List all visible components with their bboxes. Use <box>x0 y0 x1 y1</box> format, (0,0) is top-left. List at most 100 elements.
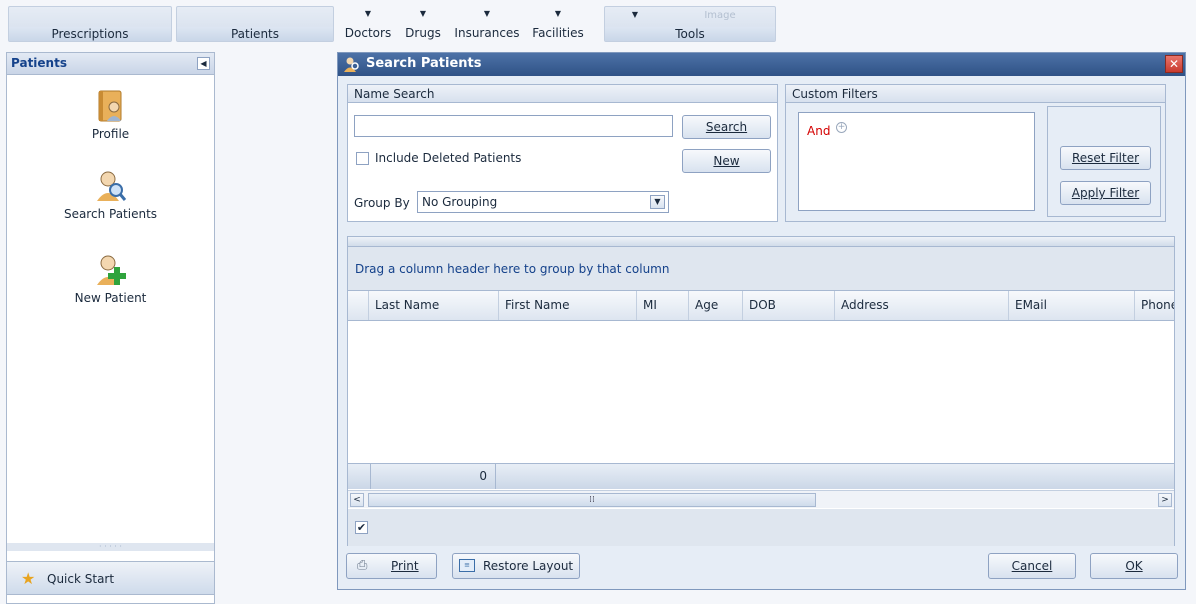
row-count-summary: 0 <box>370 464 496 489</box>
filter-actions: Reset Filter Apply Filter <box>1047 106 1161 217</box>
ribbon-group-tools: ▼ Image Tools <box>604 6 776 42</box>
search-patients-dialog: Search Patients ✕ Name Search Search Inc… <box>337 52 1186 590</box>
ribbon-item-insurances[interactable]: ▼ Insurances <box>448 6 526 42</box>
reset-filter-label: Reset Filter <box>1071 151 1140 165</box>
horizontal-scrollbar[interactable]: < ⁞⁞ > <box>348 490 1174 508</box>
ribbon-item-image: Image <box>665 7 775 27</box>
sidebar-title: Patients <box>11 56 67 70</box>
grid-rows-area[interactable] <box>348 322 1174 462</box>
new-patient-icon <box>96 255 126 285</box>
search-button[interactable]: Search <box>682 115 771 139</box>
scroll-left-icon[interactable]: < <box>350 493 364 507</box>
column-header-dob[interactable]: DOB <box>742 291 834 320</box>
ribbon-group-label: Prescriptions <box>9 27 171 41</box>
ribbon-bar: Prescriptions Patients ▼ Doctors ▼ Drugs… <box>0 0 1196 46</box>
collapse-sidebar-button[interactable]: ◀ <box>197 57 210 70</box>
add-condition-icon[interactable]: + <box>836 122 847 133</box>
panel-header: Custom Filters <box>786 85 1165 103</box>
ribbon-group-label: Tools <box>605 27 775 41</box>
printer-icon: ⎙ <box>357 558 368 573</box>
scroll-right-icon[interactable]: > <box>1158 493 1172 507</box>
filter-editor[interactable]: And + <box>798 112 1035 211</box>
search-patient-icon <box>344 57 359 72</box>
ribbon-group-prescriptions[interactable]: Prescriptions <box>8 6 172 42</box>
sidebar-item-new-patient[interactable]: New Patient <box>7 253 214 305</box>
row-indicator-header <box>348 291 368 320</box>
sidebar-header: Patients ◀ <box>7 53 214 75</box>
include-deleted-checkbox[interactable] <box>356 152 369 165</box>
filter-panel-row: ✔ <box>348 509 1174 546</box>
new-button[interactable]: New <box>682 149 771 173</box>
dialog-title: Search Patients <box>366 56 482 71</box>
layout-grid-icon: ≡ <box>459 559 475 572</box>
column-header-email[interactable]: EMail <box>1008 291 1134 320</box>
panel-header: Name Search <box>348 85 777 103</box>
apply-filter-label: Apply Filter <box>1071 186 1140 200</box>
column-header-last-name[interactable]: Last Name <box>368 291 498 320</box>
filter-operator[interactable]: And <box>807 124 830 138</box>
close-button[interactable]: ✕ <box>1165 55 1183 73</box>
restore-layout-button[interactable]: ≡ Restore Layout <box>452 553 580 579</box>
scroll-thumb[interactable]: ⁞⁞ <box>368 493 816 507</box>
ribbon-item-drugs[interactable]: ▼ Drugs <box>398 6 448 42</box>
cancel-label: Cancel <box>1011 559 1053 573</box>
reset-filter-button[interactable]: Reset Filter <box>1060 146 1151 170</box>
sidebar-item-search-patients[interactable]: Search Patients <box>7 169 214 221</box>
quick-start-label: Quick Start <box>47 572 115 586</box>
column-header-address[interactable]: Address <box>834 291 1008 320</box>
ribbon-item-label: Insurances <box>454 26 520 40</box>
search-button-label: Search <box>705 120 748 134</box>
group-by-select[interactable]: No Grouping ▼ <box>417 191 669 213</box>
print-button[interactable]: ⎙ Print <box>346 553 437 579</box>
grid-splitter[interactable] <box>348 237 1174 247</box>
sidebar-item-label: Search Patients <box>63 207 158 221</box>
column-header-mi[interactable]: MI <box>636 291 688 320</box>
name-search-panel: Name Search Search Include Deleted Patie… <box>347 84 778 222</box>
chevron-down-icon: ▼ <box>419 9 427 18</box>
custom-filters-panel: Custom Filters And + Reset Filter Apply … <box>785 84 1166 222</box>
ribbon-item-label: Facilities <box>532 26 584 40</box>
sidebar-item-profile[interactable]: Profile <box>7 89 214 141</box>
name-search-input[interactable] <box>354 115 673 137</box>
restore-layout-label: Restore Layout <box>483 559 574 573</box>
group-by-area[interactable]: Drag a column header here to group by th… <box>348 247 1174 290</box>
ok-button[interactable]: OK <box>1090 553 1178 579</box>
ribbon-item-label: Doctors <box>344 26 392 40</box>
ribbon-item-tools-menu[interactable]: ▼ <box>605 7 665 27</box>
profile-book-icon <box>98 90 121 122</box>
ribbon-item-ghost-label: Image <box>704 10 736 21</box>
cancel-button[interactable]: Cancel <box>988 553 1076 579</box>
print-label: Print <box>391 559 419 573</box>
auto-filter-checkbox[interactable]: ✔ <box>355 521 368 534</box>
quick-start-button[interactable]: ★ Quick Start <box>7 561 214 595</box>
sidebar-item-label: Profile <box>91 127 130 141</box>
chevron-down-icon: ▼ <box>364 9 372 18</box>
group-by-hint: Drag a column header here to group by th… <box>355 262 670 276</box>
grid-summary-footer: 0 <box>348 463 1174 489</box>
ribbon-group-lookups: ▼ Doctors ▼ Drugs ▼ Insurances ▼ Facilit… <box>338 6 600 42</box>
navigation-sidebar: Patients ◀ Profile Search Patients New P… <box>6 52 215 604</box>
new-button-label: New <box>713 154 740 168</box>
patients-grid: Drag a column header here to group by th… <box>347 236 1175 546</box>
group-by-value: No Grouping <box>422 195 498 209</box>
sidebar-splitter-grip[interactable]: · · · · · <box>7 543 214 551</box>
search-patient-icon <box>96 171 126 201</box>
column-header-phone[interactable]: Phone <box>1134 291 1174 320</box>
chevron-down-icon[interactable]: ▼ <box>650 195 665 209</box>
include-deleted-label: Include Deleted Patients <box>375 151 522 165</box>
ok-label: OK <box>1125 559 1143 573</box>
group-by-label: Group By <box>354 196 410 210</box>
ribbon-group-patients[interactable]: Patients <box>176 6 334 42</box>
dialog-title-bar[interactable]: Search Patients ✕ <box>338 53 1185 76</box>
ribbon-group-label: Patients <box>177 27 333 41</box>
chevron-down-icon: ▼ <box>631 10 639 19</box>
chevron-down-icon: ▼ <box>554 9 562 18</box>
ribbon-item-doctors[interactable]: ▼ Doctors <box>338 6 398 42</box>
star-icon: ★ <box>21 569 36 588</box>
column-header-first-name[interactable]: First Name <box>498 291 636 320</box>
chevron-down-icon: ▼ <box>483 9 491 18</box>
column-header-age[interactable]: Age <box>688 291 742 320</box>
ribbon-item-facilities[interactable]: ▼ Facilities <box>526 6 590 42</box>
sidebar-item-label: New Patient <box>74 291 147 305</box>
apply-filter-button[interactable]: Apply Filter <box>1060 181 1151 205</box>
